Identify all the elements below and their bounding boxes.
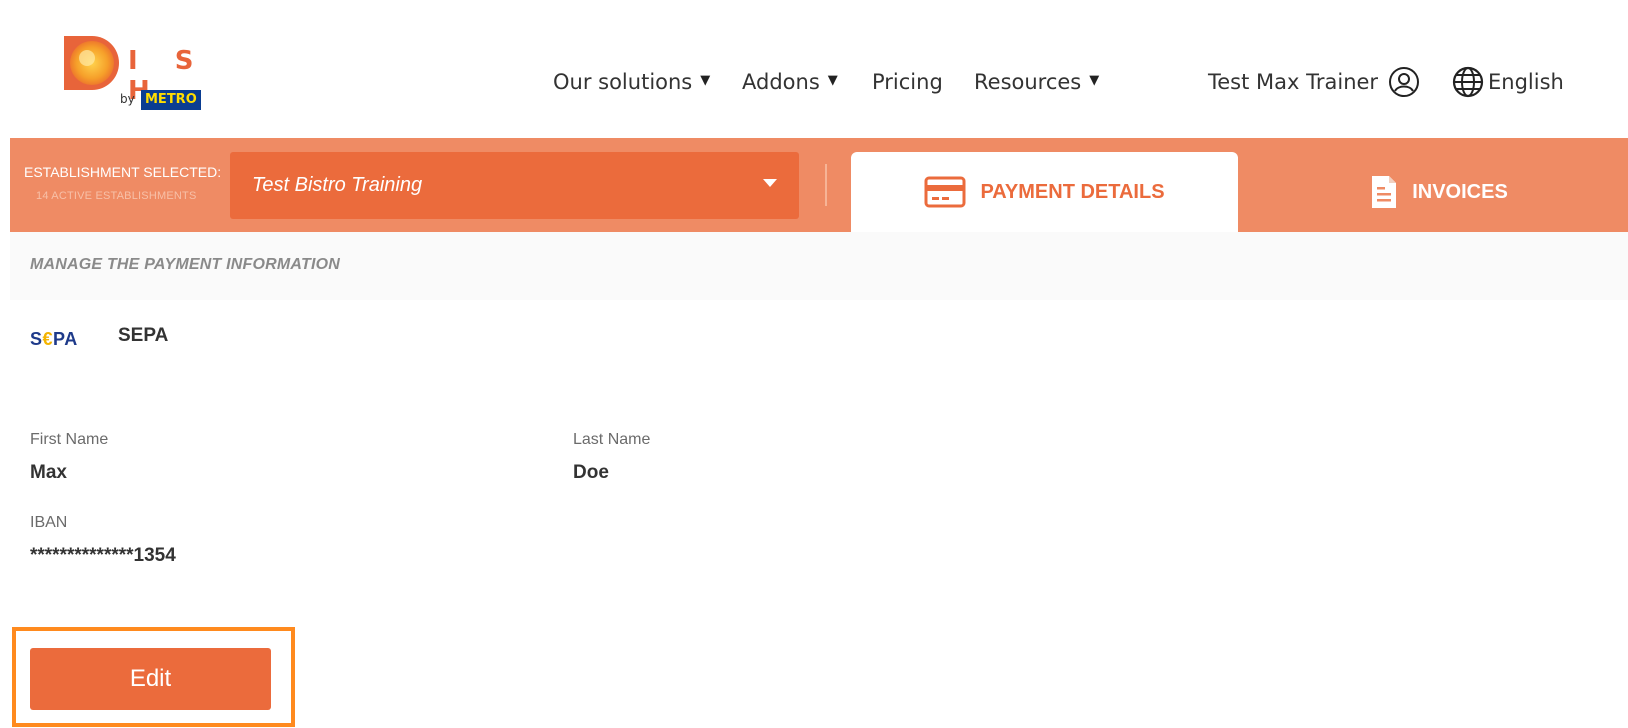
site-header: I S H by METRO Our solutions ▼ Addons ▼ …: [0, 0, 1628, 138]
last-name-value: Doe: [573, 462, 609, 483]
sepa-logo-text: S€PA: [30, 329, 78, 349]
nav-addons-label: Addons: [742, 70, 820, 94]
metro-badge: METRO: [141, 90, 201, 110]
nav-resources[interactable]: Resources ▼: [974, 70, 1099, 94]
nav-our-solutions-label: Our solutions: [553, 70, 693, 94]
section-title: MANAGE THE PAYMENT INFORMATION: [30, 256, 340, 273]
globe-icon: [1452, 66, 1484, 98]
nav-pricing[interactable]: Pricing: [872, 70, 943, 94]
payment-method-name: SEPA: [118, 325, 169, 346]
nav-pricing-label: Pricing: [872, 70, 943, 94]
establishment-bar: ESTABLISHMENT SELECTED: 14 ACTIVE ESTABL…: [10, 138, 1628, 232]
tab-payment-details-label: PAYMENT DETAILS: [980, 180, 1165, 203]
edit-button[interactable]: Edit: [30, 648, 271, 710]
caret-down-icon: ▼: [827, 72, 838, 88]
establishment-dropdown-value: Test Bistro Training: [252, 174, 423, 196]
first-name-value: Max: [30, 462, 67, 483]
iban-value: **************1354: [30, 545, 176, 566]
tab-payment-details[interactable]: PAYMENT DETAILS: [851, 152, 1238, 232]
nav-addons[interactable]: Addons ▼: [742, 70, 838, 94]
nav-our-solutions[interactable]: Our solutions ▼: [553, 70, 710, 94]
tab-invoices[interactable]: INVOICES: [1250, 152, 1628, 232]
establishment-selected-label: ESTABLISHMENT SELECTED:: [24, 164, 222, 180]
caret-down-icon: ▼: [700, 72, 711, 88]
bar-divider: [825, 164, 827, 206]
first-name-label: First Name: [30, 431, 109, 448]
tab-invoices-label: INVOICES: [1412, 180, 1508, 203]
user-name: Test Max Trainer: [1208, 70, 1379, 94]
dish-logo[interactable]: I S H by METRO: [62, 32, 222, 112]
logo-by-text: by: [120, 92, 135, 106]
language-label: English: [1488, 70, 1564, 94]
sepa-logo: S€PA: [30, 329, 78, 350]
user-avatar-icon: [1389, 67, 1420, 97]
active-establishments-count: 14 ACTIVE ESTABLISHMENTS: [36, 190, 197, 202]
user-account-menu[interactable]: Test Max Trainer: [1208, 66, 1420, 98]
last-name-label: Last Name: [573, 431, 651, 448]
invoice-document-icon: [1372, 176, 1397, 208]
chevron-down-icon: [763, 179, 777, 187]
establishment-dropdown[interactable]: Test Bistro Training: [230, 152, 799, 219]
nav-resources-label: Resources: [974, 70, 1082, 94]
credit-card-icon: [924, 176, 966, 208]
iban-label: IBAN: [30, 514, 68, 531]
caret-down-icon: ▼: [1089, 72, 1100, 88]
dish-logo-mark-icon: [64, 36, 119, 90]
language-selector[interactable]: English: [1452, 66, 1564, 98]
section-header: MANAGE THE PAYMENT INFORMATION: [10, 232, 1628, 300]
